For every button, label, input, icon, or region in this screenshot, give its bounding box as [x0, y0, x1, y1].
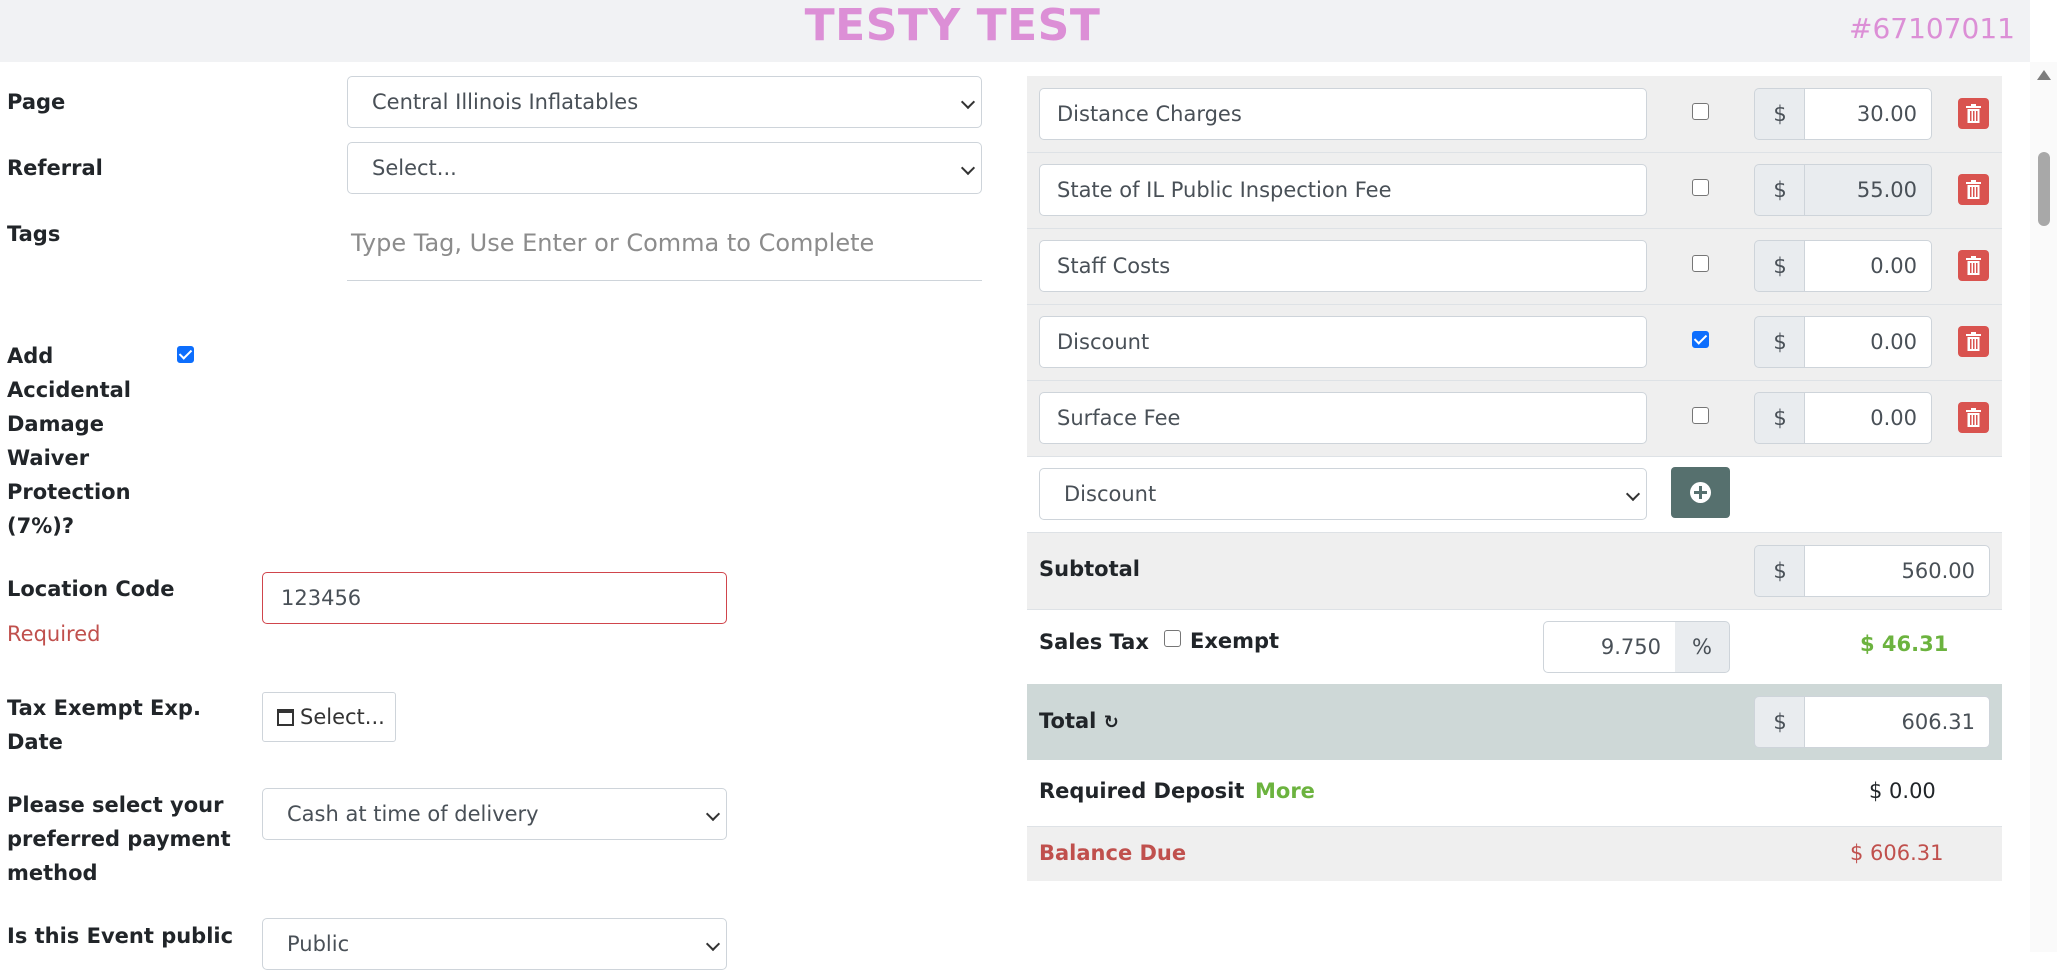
- sales-tax-label: Sales Tax: [1039, 630, 1149, 654]
- location-code-input[interactable]: 123456: [262, 572, 727, 624]
- fee-taxable-checkbox[interactable]: [1692, 103, 1709, 120]
- fee-name-input[interactable]: State of IL Public Inspection Fee: [1039, 164, 1647, 216]
- referral-select-value: Select...: [372, 156, 457, 180]
- fee-amount-input[interactable]: 30.00: [1804, 88, 1932, 140]
- trash-icon: [1966, 104, 1981, 123]
- chevron-down-icon: [960, 160, 976, 176]
- page-select[interactable]: Central Illinois Inflatables: [347, 76, 982, 128]
- balance-due-value: $ 606.31: [1850, 841, 1944, 865]
- add-fee-button[interactable]: [1671, 467, 1730, 518]
- page-title: TESTY TEST: [804, 0, 1101, 51]
- calendar-icon: [277, 709, 294, 726]
- header-bar: TESTY TEST #67107011: [0, 0, 2030, 62]
- chevron-down-icon: [960, 94, 976, 110]
- currency-addon: $: [1754, 392, 1805, 444]
- currency-addon: $: [1754, 545, 1805, 597]
- tax-exempt-checkbox[interactable]: [1164, 630, 1181, 647]
- trash-icon: [1966, 332, 1981, 351]
- total-label: Total ↻: [1039, 709, 1119, 733]
- location-code-label: Location Code: [7, 577, 175, 601]
- payment-method-label: Please select your preferred payment met…: [7, 793, 231, 885]
- damage-waiver-label: Add Accidental Damage Waiver Protection …: [7, 344, 131, 538]
- chevron-down-icon: [1625, 486, 1641, 502]
- percent-addon: %: [1675, 621, 1730, 673]
- tax-exempt-label: Exempt: [1190, 629, 1280, 653]
- required-deposit-label: Required Deposit: [1039, 779, 1245, 803]
- add-fee-select-value: Discount: [1064, 482, 1157, 506]
- public-event-value: Public: [287, 932, 350, 956]
- referral-select[interactable]: Select...: [347, 142, 982, 194]
- payment-method-value: Cash at time of delivery: [287, 802, 539, 826]
- fee-name-input[interactable]: Distance Charges: [1039, 88, 1647, 140]
- fee-taxable-checkbox[interactable]: [1692, 179, 1709, 196]
- payment-method-select[interactable]: Cash at time of delivery: [262, 788, 727, 840]
- balance-due-label: Balance Due: [1039, 841, 1187, 865]
- delete-fee-button[interactable]: [1958, 174, 1989, 205]
- subtotal-label: Subtotal: [1039, 557, 1140, 581]
- tags-label: Tags: [7, 222, 61, 246]
- damage-waiver-checkbox[interactable]: [177, 346, 194, 363]
- delete-fee-button[interactable]: [1958, 98, 1989, 129]
- chevron-down-icon: [705, 936, 721, 952]
- page-select-value: Central Illinois Inflatables: [372, 90, 639, 114]
- trash-icon: [1966, 180, 1981, 199]
- public-event-label: Is this Event public: [7, 924, 234, 948]
- delete-fee-button[interactable]: [1958, 250, 1989, 281]
- fee-taxable-checkbox[interactable]: [1692, 255, 1709, 272]
- plus-circle-icon: [1690, 482, 1711, 503]
- location-code-error: Required: [7, 622, 101, 646]
- deposit-more-link[interactable]: More: [1255, 779, 1315, 803]
- trash-icon: [1966, 256, 1981, 275]
- add-fee-select[interactable]: Discount: [1039, 468, 1647, 520]
- fee-name-input[interactable]: Discount: [1039, 316, 1647, 368]
- public-event-select[interactable]: Public: [262, 918, 727, 970]
- refresh-icon[interactable]: ↻: [1104, 712, 1119, 733]
- fee-taxable-checkbox[interactable]: [1692, 331, 1709, 348]
- referral-label: Referral: [7, 156, 103, 180]
- fee-amount-input[interactable]: 0.00: [1804, 392, 1932, 444]
- scrollbar[interactable]: [2030, 62, 2057, 952]
- currency-addon: $: [1754, 696, 1805, 748]
- currency-addon: $: [1754, 164, 1805, 216]
- chevron-down-icon: [705, 806, 721, 822]
- page-label: Page: [7, 90, 66, 114]
- fee-name-input[interactable]: Surface Fee: [1039, 392, 1647, 444]
- tax-rate-input[interactable]: 9.750: [1543, 621, 1676, 673]
- tax-exempt-date-label: Tax Exempt Exp. Date: [7, 696, 201, 754]
- fee-amount-input[interactable]: 0.00: [1804, 316, 1932, 368]
- fee-amount-input: 55.00: [1804, 164, 1932, 216]
- required-deposit-value: $ 0.00: [1869, 779, 1936, 803]
- scrollbar-thumb[interactable]: [2038, 152, 2050, 226]
- currency-addon: $: [1754, 88, 1805, 140]
- sales-tax-amount: $ 46.31: [1860, 632, 1949, 656]
- trash-icon: [1966, 408, 1981, 427]
- order-number: #67107011: [1849, 12, 2015, 45]
- delete-fee-button[interactable]: [1958, 402, 1989, 433]
- fee-amount-input[interactable]: 0.00: [1804, 240, 1932, 292]
- tags-input[interactable]: Type Tag, Use Enter or Comma to Complete: [347, 221, 982, 281]
- subtotal-value: 560.00: [1804, 545, 1990, 597]
- scroll-up-arrow-icon[interactable]: [2037, 70, 2051, 80]
- currency-addon: $: [1754, 316, 1805, 368]
- total-value: 606.31: [1804, 696, 1990, 748]
- fee-taxable-checkbox[interactable]: [1692, 407, 1709, 424]
- tax-exempt-date-button[interactable]: Select...: [262, 692, 396, 742]
- delete-fee-button[interactable]: [1958, 326, 1989, 357]
- currency-addon: $: [1754, 240, 1805, 292]
- fee-name-input[interactable]: Staff Costs: [1039, 240, 1647, 292]
